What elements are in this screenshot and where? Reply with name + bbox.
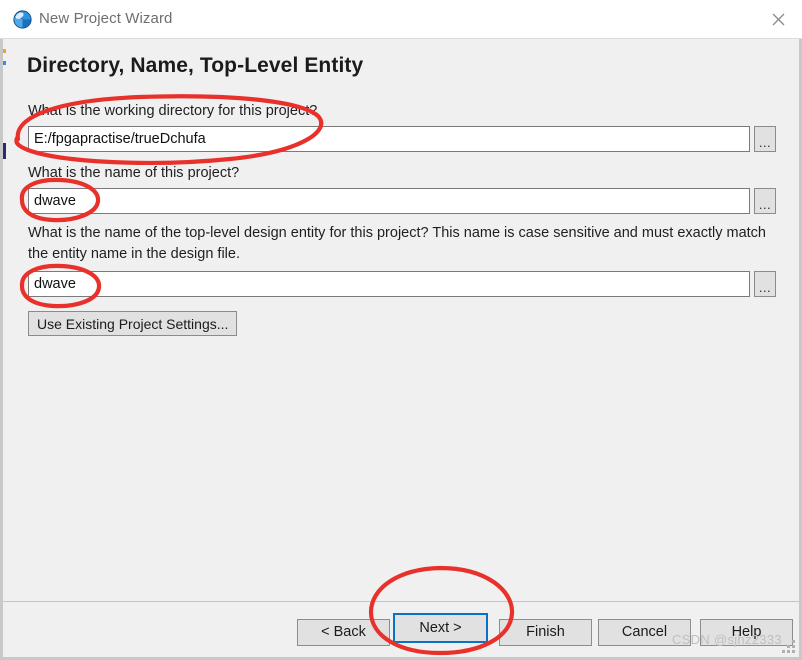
dialog-body: Directory, Name, Top-Level Entity What i… bbox=[0, 39, 802, 660]
working-directory-label: What is the working directory for this p… bbox=[28, 103, 318, 119]
next-button[interactable]: Next > bbox=[393, 613, 488, 643]
resize-grip-icon[interactable] bbox=[782, 640, 795, 653]
working-directory-field: ... bbox=[28, 126, 776, 152]
project-name-browse-button[interactable]: ... bbox=[754, 188, 776, 214]
next-button-label: Next > bbox=[419, 620, 462, 636]
new-project-wizard-dialog: New Project Wizard Directory, Name, Top-… bbox=[0, 0, 802, 660]
working-directory-input[interactable] bbox=[28, 126, 750, 152]
help-button[interactable]: Help bbox=[700, 619, 793, 646]
top-level-entity-browse-button[interactable]: ... bbox=[754, 271, 776, 297]
top-level-entity-input[interactable] bbox=[28, 271, 750, 297]
close-icon[interactable] bbox=[755, 0, 802, 38]
project-name-label: What is the name of this project? bbox=[28, 165, 240, 181]
ellipsis-icon: ... bbox=[758, 280, 772, 295]
back-button[interactable]: < Back bbox=[297, 619, 390, 646]
top-level-entity-label: What is the name of the top-level design… bbox=[28, 225, 766, 262]
project-name-input[interactable] bbox=[28, 188, 750, 214]
finish-button[interactable]: Finish bbox=[499, 619, 592, 646]
working-directory-browse-button[interactable]: ... bbox=[754, 126, 776, 152]
wizard-content: Directory, Name, Top-Level Entity What i… bbox=[3, 39, 799, 646]
cancel-button[interactable]: Cancel bbox=[598, 619, 691, 646]
page-title: Directory, Name, Top-Level Entity bbox=[27, 54, 364, 77]
quartus-globe-icon bbox=[13, 10, 32, 29]
ellipsis-icon: ... bbox=[758, 197, 772, 212]
use-existing-project-settings-button[interactable]: Use Existing Project Settings... bbox=[28, 311, 238, 336]
top-level-entity-field: ... bbox=[28, 271, 776, 297]
ellipsis-icon: ... bbox=[758, 135, 772, 150]
window-title: New Project Wizard bbox=[39, 10, 173, 27]
project-name-field: ... bbox=[28, 188, 776, 214]
titlebar: New Project Wizard bbox=[0, 0, 802, 39]
